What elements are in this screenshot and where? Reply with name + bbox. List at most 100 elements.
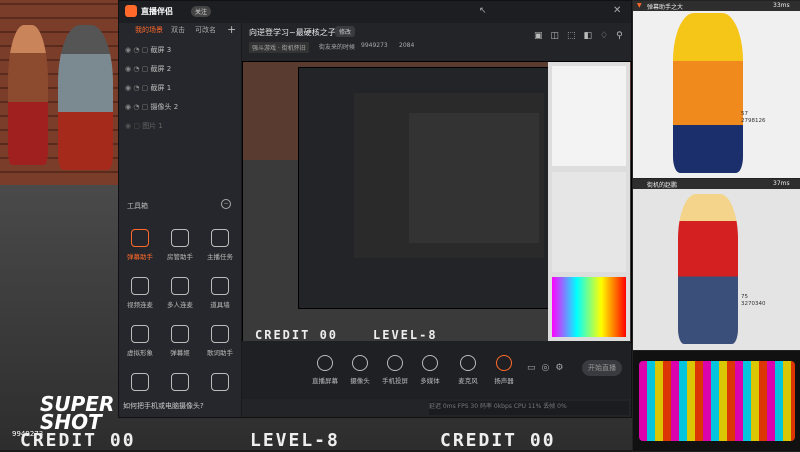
tool-more[interactable] [203,373,237,395]
room-id: 9949273 [361,42,388,49]
wall-icon [211,277,229,295]
tool-download[interactable] [163,373,197,395]
download-icon [171,277,189,295]
eye-icon[interactable]: ◉ ◔ ▢ [125,65,148,73]
terry-figure [678,194,738,344]
fighter-right [58,25,113,170]
panel-logo-icon: ▼ [637,2,642,9]
speaker-icon [496,355,512,371]
nested-credit: CREDIT 00 [255,328,339,342]
status-bar: 延迟 0ms FPS 30 码率 0kbps CPU 11% 丢帧 0% [429,401,629,415]
eye-icon[interactable]: ◉ ◔ ▢ [125,84,148,92]
scene-list: ◉ ◔ ▢ 截屏 3 ◉ ◔ ▢ 截屏 2 ◉ ◔ ▢ 截屏 1 ◉ ◔ ▢ 摄… [125,41,235,136]
help-link[interactable]: 如何把手机或电脑摄像头? [123,401,204,411]
channel-tag: 街友来的时候 [319,44,356,51]
app-brand: 直播伴侣 [141,7,173,16]
user-icon [171,229,189,247]
tool-multi-link[interactable]: 多人连麦 [163,277,197,309]
panel-header: ▼ 弹幕助手之大 33ms [633,1,800,11]
clipboard-icon [211,229,229,247]
app-logo-icon [125,5,137,17]
tool-host-task[interactable]: 主播任务 [203,229,237,261]
camera-icon [352,355,368,371]
toolbox-title: 工具箱 [127,202,148,210]
source-camera-button[interactable]: 摄像头 [342,355,378,385]
scene-item[interactable]: ◉ ◔ ▢ 截屏 3 [125,41,235,60]
tool-danmu-ji[interactable]: 弹幕姬 [163,325,197,357]
bottom-toolbar: 直播屏幕 摄像头 手机投屏 多媒体 麦克风 扬声器 ▭◎⚙ 开始直播 [242,341,630,399]
fans-count: 2084 [399,42,415,49]
microphone-icon [460,355,476,371]
follow-badge[interactable]: 关注 [191,6,212,17]
add-scene-icon[interactable]: + [227,23,236,36]
monitor-icon [317,355,333,371]
nested-keyboard [552,277,626,337]
tool-danmu-assistant[interactable]: 弹幕助手 [123,229,157,261]
right-panel-terry: 街机的赵鹏 37ms 75 3270340 [632,178,800,352]
stream-preview: CREDIT 00 LEVEL-8 [242,61,632,343]
eye-icon[interactable]: ◉ ▢ [125,122,140,130]
streaming-app-window: 直播伴侣 关注 ↖ ✕ 我的场景 双击 可改名 + ◉ ◔ ▢ 截屏 3 ◉ ◔… [118,0,632,418]
microphone-button[interactable]: 麦克风 [450,355,486,385]
download-icon [171,373,189,391]
credit-label-2: CREDIT 00 [440,430,556,450]
source-media-button[interactable]: 多媒体 [412,355,448,385]
header-icons[interactable]: ▣◫⬚◧♢⚲ [534,31,631,41]
tv-icon [171,325,189,343]
stream-title: 向逆登学习~最硬核之子! [249,28,339,37]
title-bar: 直播伴侣 关注 ↖ ✕ [119,1,631,23]
media-icon [422,355,438,371]
right-panel-keyboard [632,350,800,452]
tool-prop-wall[interactable]: 道具墙 [203,277,237,309]
nested-window [298,67,550,309]
more-icon [211,373,229,391]
tab-my-scenes[interactable]: 我的场景 [135,25,163,35]
tab-double[interactable]: 双击 [171,25,185,35]
panel-header: 街机的赵鹏 37ms [633,179,800,189]
super-shot-logo: SUPER SHOT [40,392,115,434]
game-icon [131,373,149,391]
settings-icons[interactable]: ▭◎⚙ [527,363,569,373]
start-stream-button[interactable]: 开始直播 [582,360,622,376]
tool-video-link[interactable]: 视频连麦 [123,277,157,309]
tab-rename[interactable]: 可改名 [195,25,216,35]
scene-item[interactable]: ◉ ◔ ▢ 摄像头 2 [125,98,235,117]
sidebar: 我的场景 双击 可改名 + ◉ ◔ ▢ 截屏 3 ◉ ◔ ▢ 截屏 2 ◉ ◔ … [119,23,242,417]
scene-item[interactable]: ◉ ▢ 图片 1 [125,117,235,136]
cursor-icon: ↖ [479,6,487,16]
edit-title-button[interactable]: 修改 [335,26,356,37]
tool-grid: 弹幕助手 房管助手 主播任务 视频连麦 多人连麦 道具墙 虚拟形象 弹幕姬 歌词… [123,229,239,409]
rgb-keyboard [639,361,795,441]
scene-item[interactable]: ◉ ◔ ▢ 截屏 2 [125,60,235,79]
source-phone-button[interactable]: 手机投屏 [377,355,413,385]
danmu-icon [131,229,149,247]
nested-window-3 [409,113,539,243]
category-tag[interactable]: 强斗游戏 · 街机怀旧 [249,42,309,53]
mask-icon [131,325,149,343]
goku-figure [673,13,743,173]
video-link-icon [131,277,149,295]
nested-right-panels [548,62,630,342]
source-screen-button[interactable]: 直播屏幕 [307,355,343,385]
panel-info: 57 2798126 [741,111,766,124]
tool-game[interactable] [123,373,157,395]
nested-level: LEVEL-8 [373,328,438,342]
tool-room-admin[interactable]: 房管助手 [163,229,197,261]
speaker-button[interactable]: 扬声器 [486,355,522,385]
right-panel-goku: ▼ 弹幕助手之大 33ms 57 2798126 [632,0,800,180]
collapse-icon[interactable]: − [221,199,231,209]
close-icon[interactable]: ✕ [613,5,621,16]
fighter-left [8,25,48,165]
tool-lyrics[interactable]: 歌词助手 [203,325,237,357]
lyrics-icon [211,325,229,343]
tool-avatar[interactable]: 虚拟形象 [123,325,157,357]
eye-icon[interactable]: ◉ ◔ ▢ [125,46,148,54]
level-label: LEVEL-8 [250,430,340,450]
nested-terry [552,172,626,272]
panel-info: 75 3270340 [741,294,766,307]
eye-icon[interactable]: ◉ ◔ ▢ [125,103,148,111]
credit-label: CREDIT 00 [20,430,136,450]
nested-goku [552,66,626,166]
phone-icon [387,355,403,371]
scene-item[interactable]: ◉ ◔ ▢ 截屏 1 [125,79,235,98]
